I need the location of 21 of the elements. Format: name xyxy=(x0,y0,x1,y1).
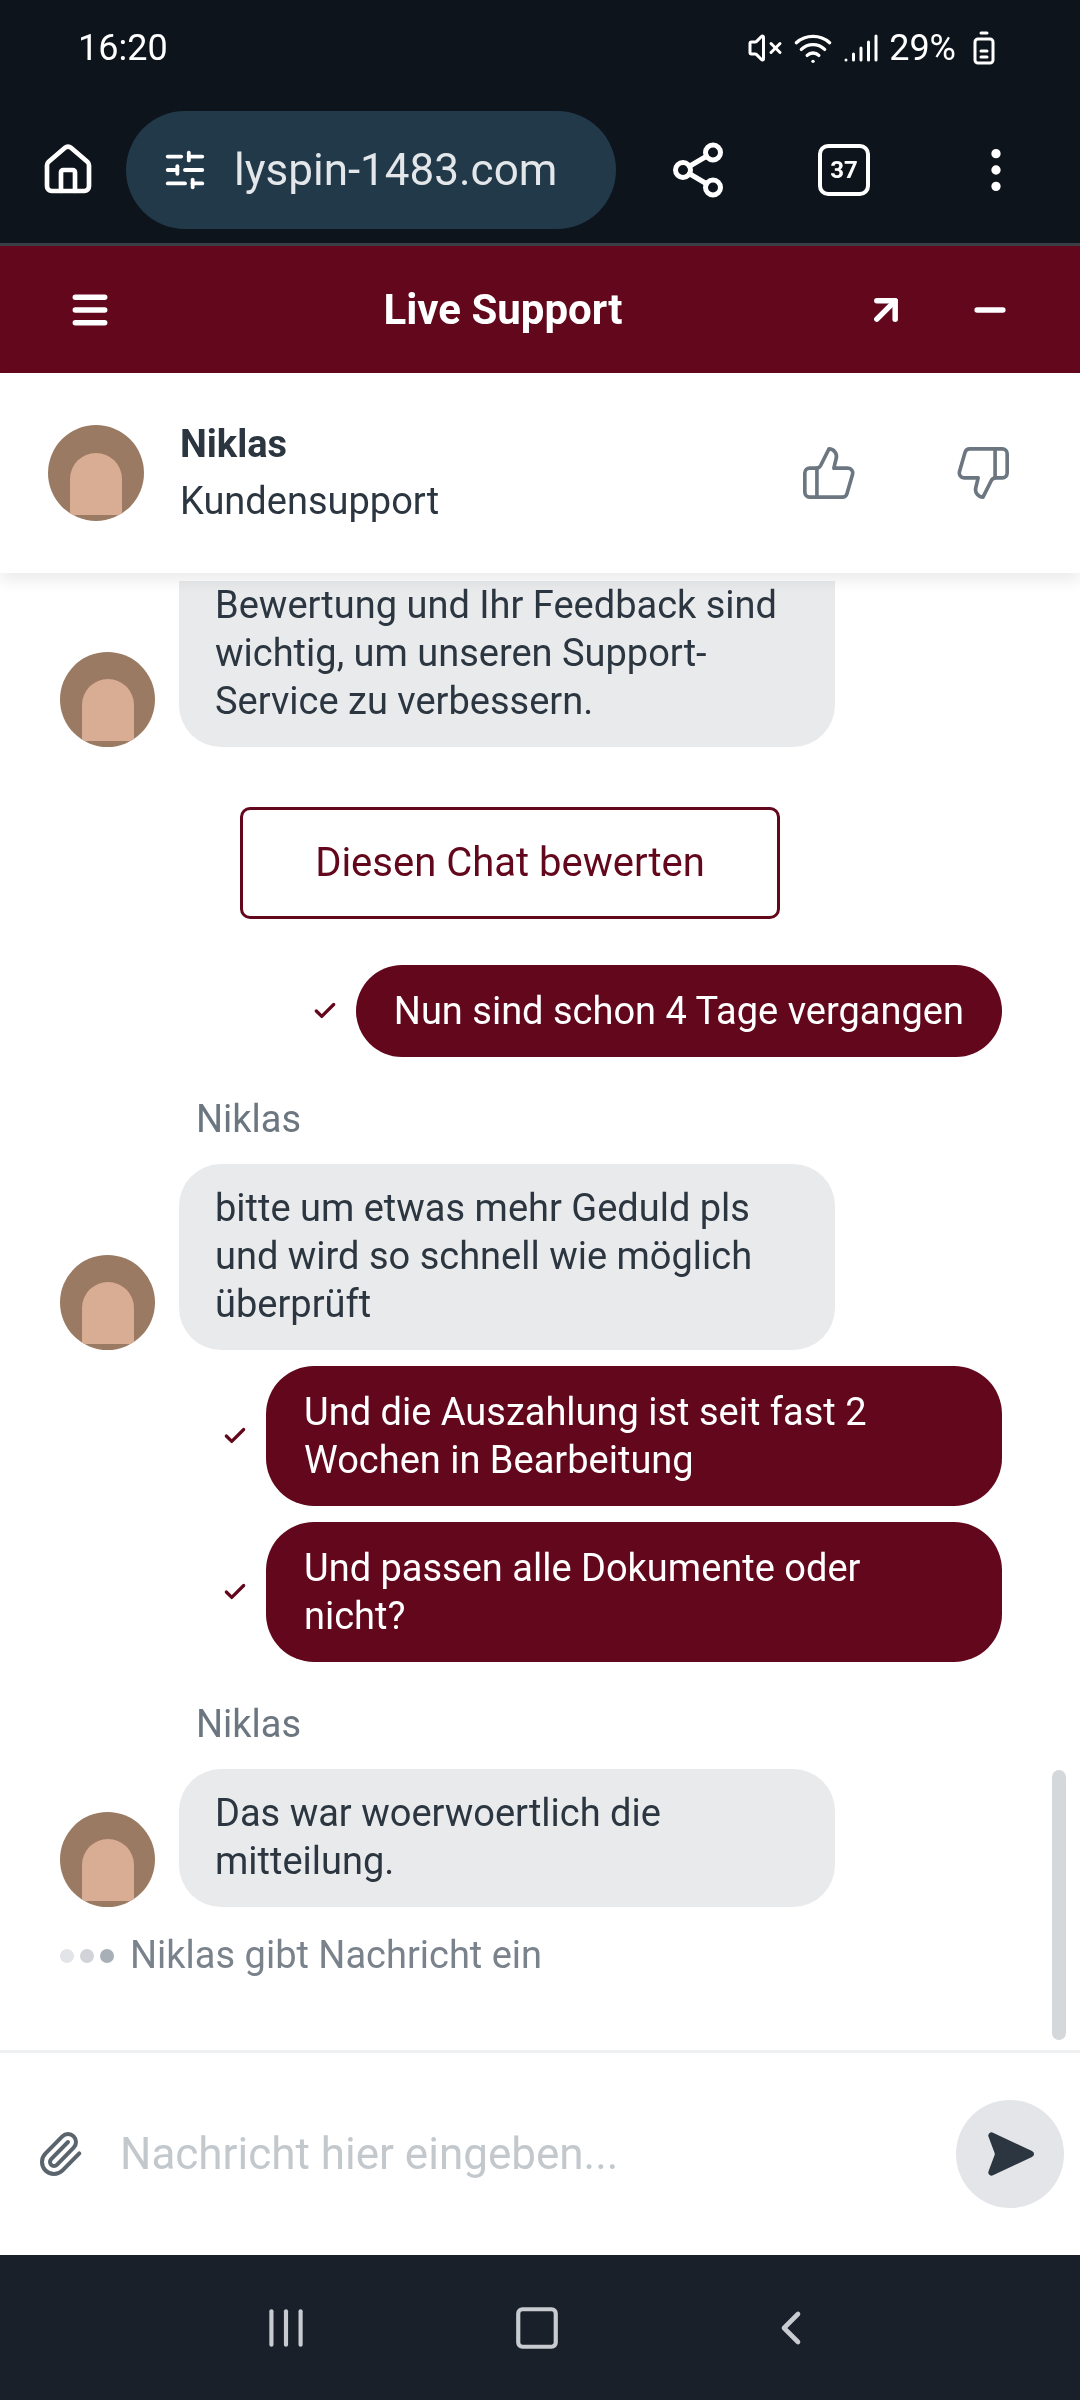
url-text: lyspin-1483.com xyxy=(234,142,558,198)
agent-role: Kundensupport xyxy=(180,478,441,525)
status-time: 16:20 xyxy=(78,26,168,71)
url-bar[interactable]: lyspin-1483.com xyxy=(126,110,616,229)
header-title: Live Support xyxy=(382,284,624,336)
rate-chat-button[interactable]: Diesen Chat bewerten xyxy=(240,807,780,919)
user-message: Und die Auszahlung ist seit fast 2 Wochen in Bearbeitung xyxy=(266,1366,1002,1506)
typing-indicator: Niklas gibt Nachricht ein xyxy=(130,1932,543,1979)
battery-percent: 29% xyxy=(889,26,956,71)
sender-name: Niklas xyxy=(196,1097,302,1141)
agent-message: Bewertung und Ihr Feedback sind wichtig, um unseren Support-Service zu verbessern. xyxy=(179,581,835,747)
tab-count[interactable]: 37 xyxy=(818,143,870,196)
agent-name: Niklas xyxy=(180,421,289,468)
scrollbar[interactable] xyxy=(1052,1770,1066,2040)
agent-message: Das war woerwoertlich die mitteilung. xyxy=(179,1769,835,1907)
agent-message: bitte um etwas mehr Geduld pls und wird so schnell wie möglich überprüft xyxy=(179,1164,835,1350)
user-message: Nun sind schon 4 Tage vergangen xyxy=(355,965,1002,1057)
user-message: Und passen alle Dokumente oder nicht? xyxy=(266,1522,1002,1662)
message-input[interactable]: Nachricht hier eingeben... xyxy=(120,2121,920,2187)
typing-dots-icon xyxy=(60,1948,114,1963)
sender-name: Niklas xyxy=(196,1702,302,1746)
